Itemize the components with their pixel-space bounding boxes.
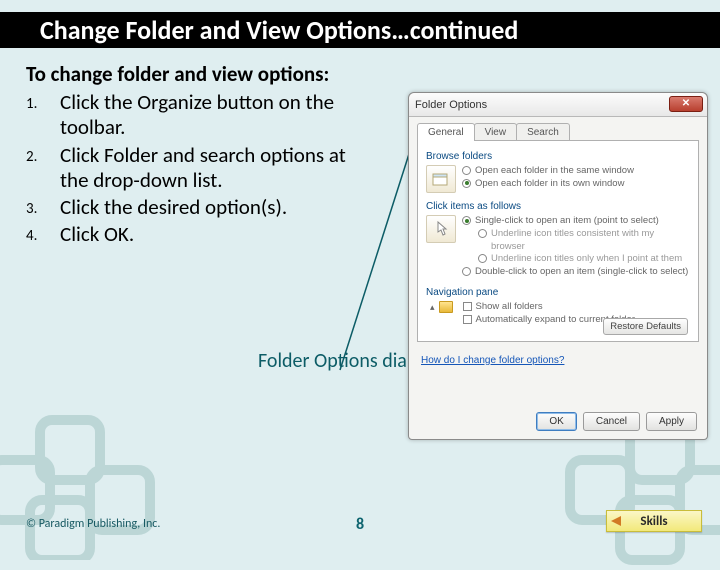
skills-button[interactable]: Skills [606,510,702,532]
skills-label: Skills [640,514,667,529]
tab-view[interactable]: View [474,123,518,141]
arrow-left-icon [611,516,621,526]
tree-toggle-icon[interactable]: ▴ [430,302,435,313]
close-button[interactable]: ✕ [669,96,703,112]
radio-own-window[interactable]: Open each folder in its own window [462,178,690,191]
nav-group-label: Navigation pane [426,287,690,298]
click-group-label: Click items as follows [426,201,690,212]
instruction-block: To change folder and view options: 1.Cli… [26,62,376,247]
folder-options-dialog: Folder Options ✕ General View Search Bro… [408,92,708,440]
radio-underline-point[interactable]: Underline icon titles only when I point … [478,253,690,266]
radio-underline-browser[interactable]: Underline icon titles consistent with my… [478,228,690,254]
ok-button[interactable]: OK [536,412,576,431]
restore-defaults-button[interactable]: Restore Defaults [603,318,688,335]
dialog-title-bar: Folder Options ✕ [409,93,707,117]
step-item: 3.Click the desired option(s). [26,195,376,220]
click-items-icon [426,215,456,243]
dialog-button-row: OK Cancel Apply [536,412,697,431]
tab-general[interactable]: General [417,123,475,141]
steps-list: 1.Click the Organize button on the toolb… [26,90,376,247]
dialog-tabs: General View Search [409,117,707,141]
radio-single-click[interactable]: Single-click to open an item (point to s… [462,215,690,228]
slide-title-bar: Change Folder and View Options…continued [0,12,720,48]
dialog-title: Folder Options [415,99,487,111]
help-link[interactable]: How do I change folder options? [421,355,564,366]
check-show-all-folders[interactable]: Show all folders [463,301,690,314]
radio-double-click[interactable]: Double-click to open an item (single-cli… [462,266,690,279]
radio-same-window[interactable]: Open each folder in the same window [462,165,690,178]
copyright-text: © Paradigm Publishing, Inc. [26,517,160,531]
step-item: 4.Click OK. [26,222,376,247]
apply-button[interactable]: Apply [646,412,697,431]
tab-search[interactable]: Search [516,123,570,141]
dialog-body: Browse folders Open each folder in the s… [417,140,699,342]
browse-folders-icon [426,165,456,193]
page-number: 8 [356,515,364,534]
step-item: 1.Click the Organize button on the toolb… [26,90,376,140]
slide-title: Change Folder and View Options…continued [40,14,518,46]
step-item: 2.Click Folder and search options at the… [26,143,376,193]
intro-text: To change folder and view options: [26,62,376,86]
browse-group-label: Browse folders [426,151,690,162]
folder-icon [439,301,453,313]
cancel-button[interactable]: Cancel [583,412,640,431]
